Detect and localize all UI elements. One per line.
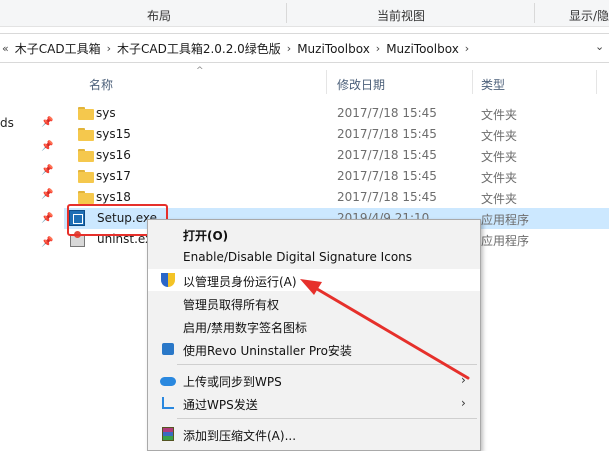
- breadcrumb: « 木子CAD工具箱 › 木子CAD工具箱2.0.2.0绿色版 › MuziTo…: [0, 40, 475, 57]
- menu-item-run-as-admin[interactable]: 以管理员身份运行(A): [148, 269, 480, 291]
- submenu-arrow-icon: ›: [461, 396, 466, 410]
- table-row[interactable]: sys 2017/7/18 15:45 文件夹: [64, 103, 609, 124]
- folder-icon: [78, 149, 94, 162]
- breadcrumb-item[interactable]: MuziToolbox: [386, 42, 459, 56]
- ribbon-layout-group[interactable]: 布局: [147, 7, 171, 24]
- file-date: 2017/7/18 15:45: [337, 106, 437, 120]
- file-date: 2017/7/18 15:45: [337, 190, 437, 204]
- file-name: sys: [96, 106, 116, 120]
- ribbon-separator: [286, 3, 287, 23]
- file-type: 应用程序: [481, 213, 530, 227]
- menu-item-send-wps[interactable]: 通过WPS发送 ›: [148, 392, 480, 414]
- chevron-down-icon[interactable]: ⌄: [595, 40, 605, 53]
- menu-item-label: 使用Revo Uninstaller Pro安装: [183, 344, 352, 358]
- menu-item-label: 启用/禁用数字签名图标: [183, 321, 308, 335]
- pin-icon: 📌: [41, 141, 54, 152]
- cloud-icon: [160, 372, 176, 388]
- table-row[interactable]: sys16 2017/7/18 15:45 文件夹: [64, 145, 609, 166]
- table-row[interactable]: sys17 2017/7/18 15:45 文件夹: [64, 166, 609, 187]
- ribbon-separator: [534, 3, 535, 23]
- file-type: 文件夹: [481, 129, 518, 143]
- menu-separator: [177, 418, 477, 419]
- column-divider[interactable]: [596, 70, 597, 94]
- share-icon: [160, 395, 176, 411]
- file-date: 2017/7/18 15:45: [337, 127, 437, 141]
- pin-icon: 📌: [41, 213, 54, 224]
- menu-item-label: 打开(O): [183, 229, 229, 243]
- file-name: sys16: [96, 148, 131, 162]
- chevron-right-icon[interactable]: ›: [376, 42, 380, 55]
- sort-ascending-icon: ^: [196, 66, 204, 76]
- pin-icon: 📌: [41, 117, 54, 128]
- file-date: 2017/7/18 15:45: [337, 148, 437, 162]
- file-type: 文件夹: [481, 150, 518, 164]
- table-row[interactable]: sys15 2017/7/18 15:45 文件夹: [64, 124, 609, 145]
- menu-item-label: 通过WPS发送: [183, 398, 258, 412]
- file-name: sys17: [96, 169, 131, 183]
- menu-item-revo-uninstaller[interactable]: 使用Revo Uninstaller Pro安装: [148, 338, 480, 360]
- file-name: sys18: [96, 190, 131, 204]
- menu-item-label: 添加到压缩文件(A)...: [183, 429, 297, 443]
- column-header-date[interactable]: 修改日期: [337, 76, 385, 93]
- chevron-left-icon: «: [2, 42, 9, 55]
- file-date: 2017/7/18 15:45: [337, 169, 437, 183]
- context-menu: 打开(O) Enable/Disable Digital Signature I…: [147, 219, 481, 451]
- menu-item-toggle-signature-icons[interactable]: 启用/禁用数字签名图标: [148, 315, 480, 337]
- winrar-icon: [160, 426, 176, 442]
- menu-item-add-to-archive[interactable]: 添加到压缩文件(A)...: [148, 423, 480, 445]
- ribbon-current-view-group[interactable]: 当前视图: [377, 7, 425, 24]
- breadcrumb-item[interactable]: 木子CAD工具箱: [15, 40, 101, 57]
- file-type: 文件夹: [481, 171, 518, 185]
- nav-pane-item-label[interactable]: ds: [0, 116, 14, 130]
- chevron-right-icon[interactable]: ›: [465, 42, 469, 55]
- uac-shield-icon: [160, 272, 176, 288]
- submenu-arrow-icon: ›: [461, 373, 466, 387]
- folder-icon: [78, 191, 94, 204]
- menu-item-enable-disable-signature[interactable]: Enable/Disable Digital Signature Icons: [148, 246, 480, 268]
- column-header-type[interactable]: 类型: [481, 76, 505, 93]
- menu-item-upload-wps[interactable]: 上传或同步到WPS ›: [148, 369, 480, 391]
- column-header-name[interactable]: 名称: [89, 76, 113, 93]
- folder-icon: [78, 170, 94, 183]
- breadcrumb-item[interactable]: MuziToolbox: [297, 42, 370, 56]
- file-type: 应用程序: [481, 234, 530, 248]
- pin-icon: 📌: [41, 165, 54, 176]
- chevron-right-icon[interactable]: ›: [287, 42, 291, 55]
- ribbon-bar: 布局 当前视图 显示/隐藏: [0, 0, 609, 27]
- address-bar[interactable]: « 木子CAD工具箱 › 木子CAD工具箱2.0.2.0绿色版 › MuziTo…: [0, 33, 609, 63]
- menu-item-open[interactable]: 打开(O): [148, 223, 480, 245]
- breadcrumb-item[interactable]: 木子CAD工具箱2.0.2.0绿色版: [117, 40, 281, 57]
- column-divider[interactable]: [472, 70, 473, 94]
- revo-uninstaller-icon: [160, 341, 176, 357]
- pin-icon: 📌: [41, 189, 54, 200]
- column-divider[interactable]: [326, 70, 327, 94]
- menu-item-take-ownership[interactable]: 管理员取得所有权: [148, 292, 480, 314]
- ribbon-show-hide-group[interactable]: 显示/隐藏: [569, 7, 609, 24]
- file-type: 文件夹: [481, 108, 518, 122]
- menu-item-label: 管理员取得所有权: [183, 298, 280, 312]
- folder-icon: [78, 107, 94, 120]
- folder-icon: [78, 128, 94, 141]
- chevron-right-icon[interactable]: ›: [107, 42, 111, 55]
- menu-item-label: 上传或同步到WPS: [183, 375, 282, 389]
- pin-icon: 📌: [41, 237, 54, 248]
- file-type: 文件夹: [481, 192, 518, 206]
- file-name: sys15: [96, 127, 131, 141]
- menu-item-label: 以管理员身份运行(A): [183, 275, 297, 289]
- menu-item-label: Enable/Disable Digital Signature Icons: [183, 250, 413, 264]
- menu-separator: [177, 364, 477, 365]
